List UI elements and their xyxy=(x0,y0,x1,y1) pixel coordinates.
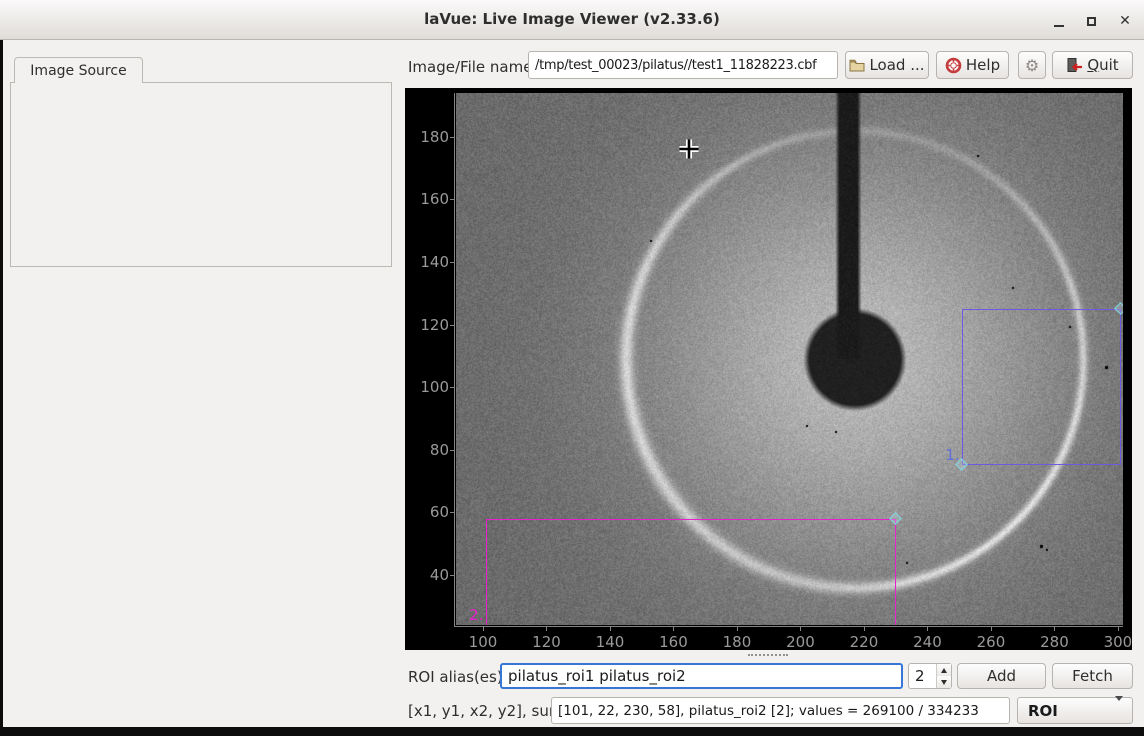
x-tick-label: 140 xyxy=(596,633,625,651)
x-tick-mark xyxy=(1118,627,1119,631)
y-tick-label: 160 xyxy=(405,190,449,208)
y-tick-label: 100 xyxy=(405,378,449,396)
y-tick-label: 80 xyxy=(405,441,449,459)
y-tick-mark xyxy=(450,387,454,388)
close-icon: ✕ xyxy=(1119,13,1131,29)
fetch-button[interactable]: Fetch xyxy=(1052,663,1133,689)
y-tick-label: 40 xyxy=(405,566,449,584)
tool-selector-combobox[interactable]: ROI xyxy=(1017,697,1133,724)
maximize-button[interactable] xyxy=(1080,10,1102,32)
help-button[interactable]: Help xyxy=(936,51,1009,79)
x-tick-mark xyxy=(610,627,611,631)
roi-alias-label: ROI alias(es): xyxy=(408,668,508,686)
x-tick-mark xyxy=(737,627,738,631)
x-tick-mark xyxy=(483,627,484,631)
roi-alias-input[interactable]: pilatus_roi1 pilatus_roi2 xyxy=(500,663,903,689)
x-tick-label: 300 xyxy=(1104,633,1133,651)
x-tick-mark xyxy=(673,627,674,631)
y-tick-mark xyxy=(450,450,454,451)
add-button-label: Add xyxy=(987,667,1016,685)
x-tick-label: 240 xyxy=(913,633,942,651)
x-tick-mark xyxy=(546,627,547,631)
fetch-button-label: Fetch xyxy=(1072,667,1113,685)
arrow-up-icon xyxy=(941,668,947,673)
tool-selector-value: ROI xyxy=(1018,702,1115,720)
y-tick-mark xyxy=(450,575,454,576)
roi-label: 2. xyxy=(469,606,483,624)
lifebuoy-help-icon xyxy=(945,57,962,74)
minimize-button[interactable] xyxy=(1048,10,1070,32)
file-name-label: Image/File name: xyxy=(408,58,538,76)
y-tick-label: 120 xyxy=(405,316,449,334)
help-button-label: Help xyxy=(966,56,1000,74)
y-axis-line xyxy=(454,93,455,627)
tab-image-source[interactable]: Image Source xyxy=(14,57,143,83)
y-tick-mark xyxy=(450,199,454,200)
y-tick-label: 180 xyxy=(405,128,449,146)
quit-button-label: Quit xyxy=(1087,56,1118,74)
window-left-border xyxy=(0,40,3,727)
x-tick-mark xyxy=(991,627,992,631)
x-tick-mark xyxy=(927,627,928,631)
x-axis-line xyxy=(454,626,1123,627)
window-title: laVue: Live Image Viewer (v2.33.6) xyxy=(0,10,1144,28)
minimize-icon xyxy=(1054,25,1064,27)
y-tick-mark xyxy=(450,137,454,138)
close-button[interactable]: ✕ xyxy=(1114,10,1136,32)
image-viewer: 100 120 140 160 180 200 220 240 260 280 300 40 60 80 1… xyxy=(405,88,1132,650)
add-button[interactable]: Add xyxy=(957,663,1046,689)
load-button-label: Load ... xyxy=(869,56,924,74)
y-tick-label: 140 xyxy=(405,253,449,271)
quit-button[interactable]: Quit xyxy=(1052,51,1133,79)
x-tick-label: 180 xyxy=(723,633,752,651)
x-tick-label: 100 xyxy=(469,633,498,651)
x-tick-label: 220 xyxy=(850,633,879,651)
x-tick-label: 260 xyxy=(977,633,1006,651)
gear-icon: ⚙ xyxy=(1025,56,1039,75)
spin-down-button[interactable] xyxy=(937,676,951,688)
roi-sum-label: [x1, y1, x2, y2], sum: xyxy=(408,702,569,720)
crosshair-cursor xyxy=(677,137,701,161)
exit-door-icon xyxy=(1066,57,1083,73)
splitter-handle[interactable] xyxy=(748,654,788,656)
chevron-down-icon xyxy=(1115,696,1123,720)
y-tick-mark xyxy=(450,325,454,326)
folder-icon xyxy=(849,58,865,72)
roi-rect[interactable] xyxy=(486,519,896,625)
arrow-down-icon xyxy=(941,680,947,685)
x-tick-mark xyxy=(864,627,865,631)
y-tick-mark xyxy=(450,262,454,263)
x-tick-mark xyxy=(1054,627,1055,631)
roi-count-value: 2 xyxy=(909,664,936,688)
window-bottom-border xyxy=(0,727,1144,736)
y-tick-mark xyxy=(450,512,454,513)
load-button[interactable]: Load ... xyxy=(845,51,929,79)
maximize-icon xyxy=(1087,17,1096,26)
image-source-pane xyxy=(10,82,392,267)
x-tick-mark xyxy=(800,627,801,631)
x-tick-label: 200 xyxy=(786,633,815,651)
app-window: laVue: Live Image Viewer (v2.33.6) ✕ Ima… xyxy=(0,0,1144,736)
x-tick-label: 120 xyxy=(532,633,561,651)
file-name-input[interactable]: /tmp/test_00023/pilatus//test1_11828223.… xyxy=(528,51,838,79)
roi-count-spinbox[interactable]: 2 xyxy=(908,663,952,689)
x-tick-label: 160 xyxy=(659,633,688,651)
tab-image-source-label: Image Source xyxy=(30,63,126,79)
settings-button[interactable]: ⚙ xyxy=(1018,51,1046,79)
roi-rect[interactable] xyxy=(962,309,1121,465)
spin-up-button[interactable] xyxy=(937,664,951,676)
x-tick-label: 280 xyxy=(1040,633,1069,651)
roi-sum-input[interactable]: [101, 22, 230, 58], pilatus_roi2 [2]; va… xyxy=(551,697,1010,724)
roi-overlay: 1.2. xyxy=(456,93,1123,625)
titlebar[interactable]: laVue: Live Image Viewer (v2.33.6) ✕ xyxy=(0,0,1144,40)
y-tick-label: 60 xyxy=(405,503,449,521)
